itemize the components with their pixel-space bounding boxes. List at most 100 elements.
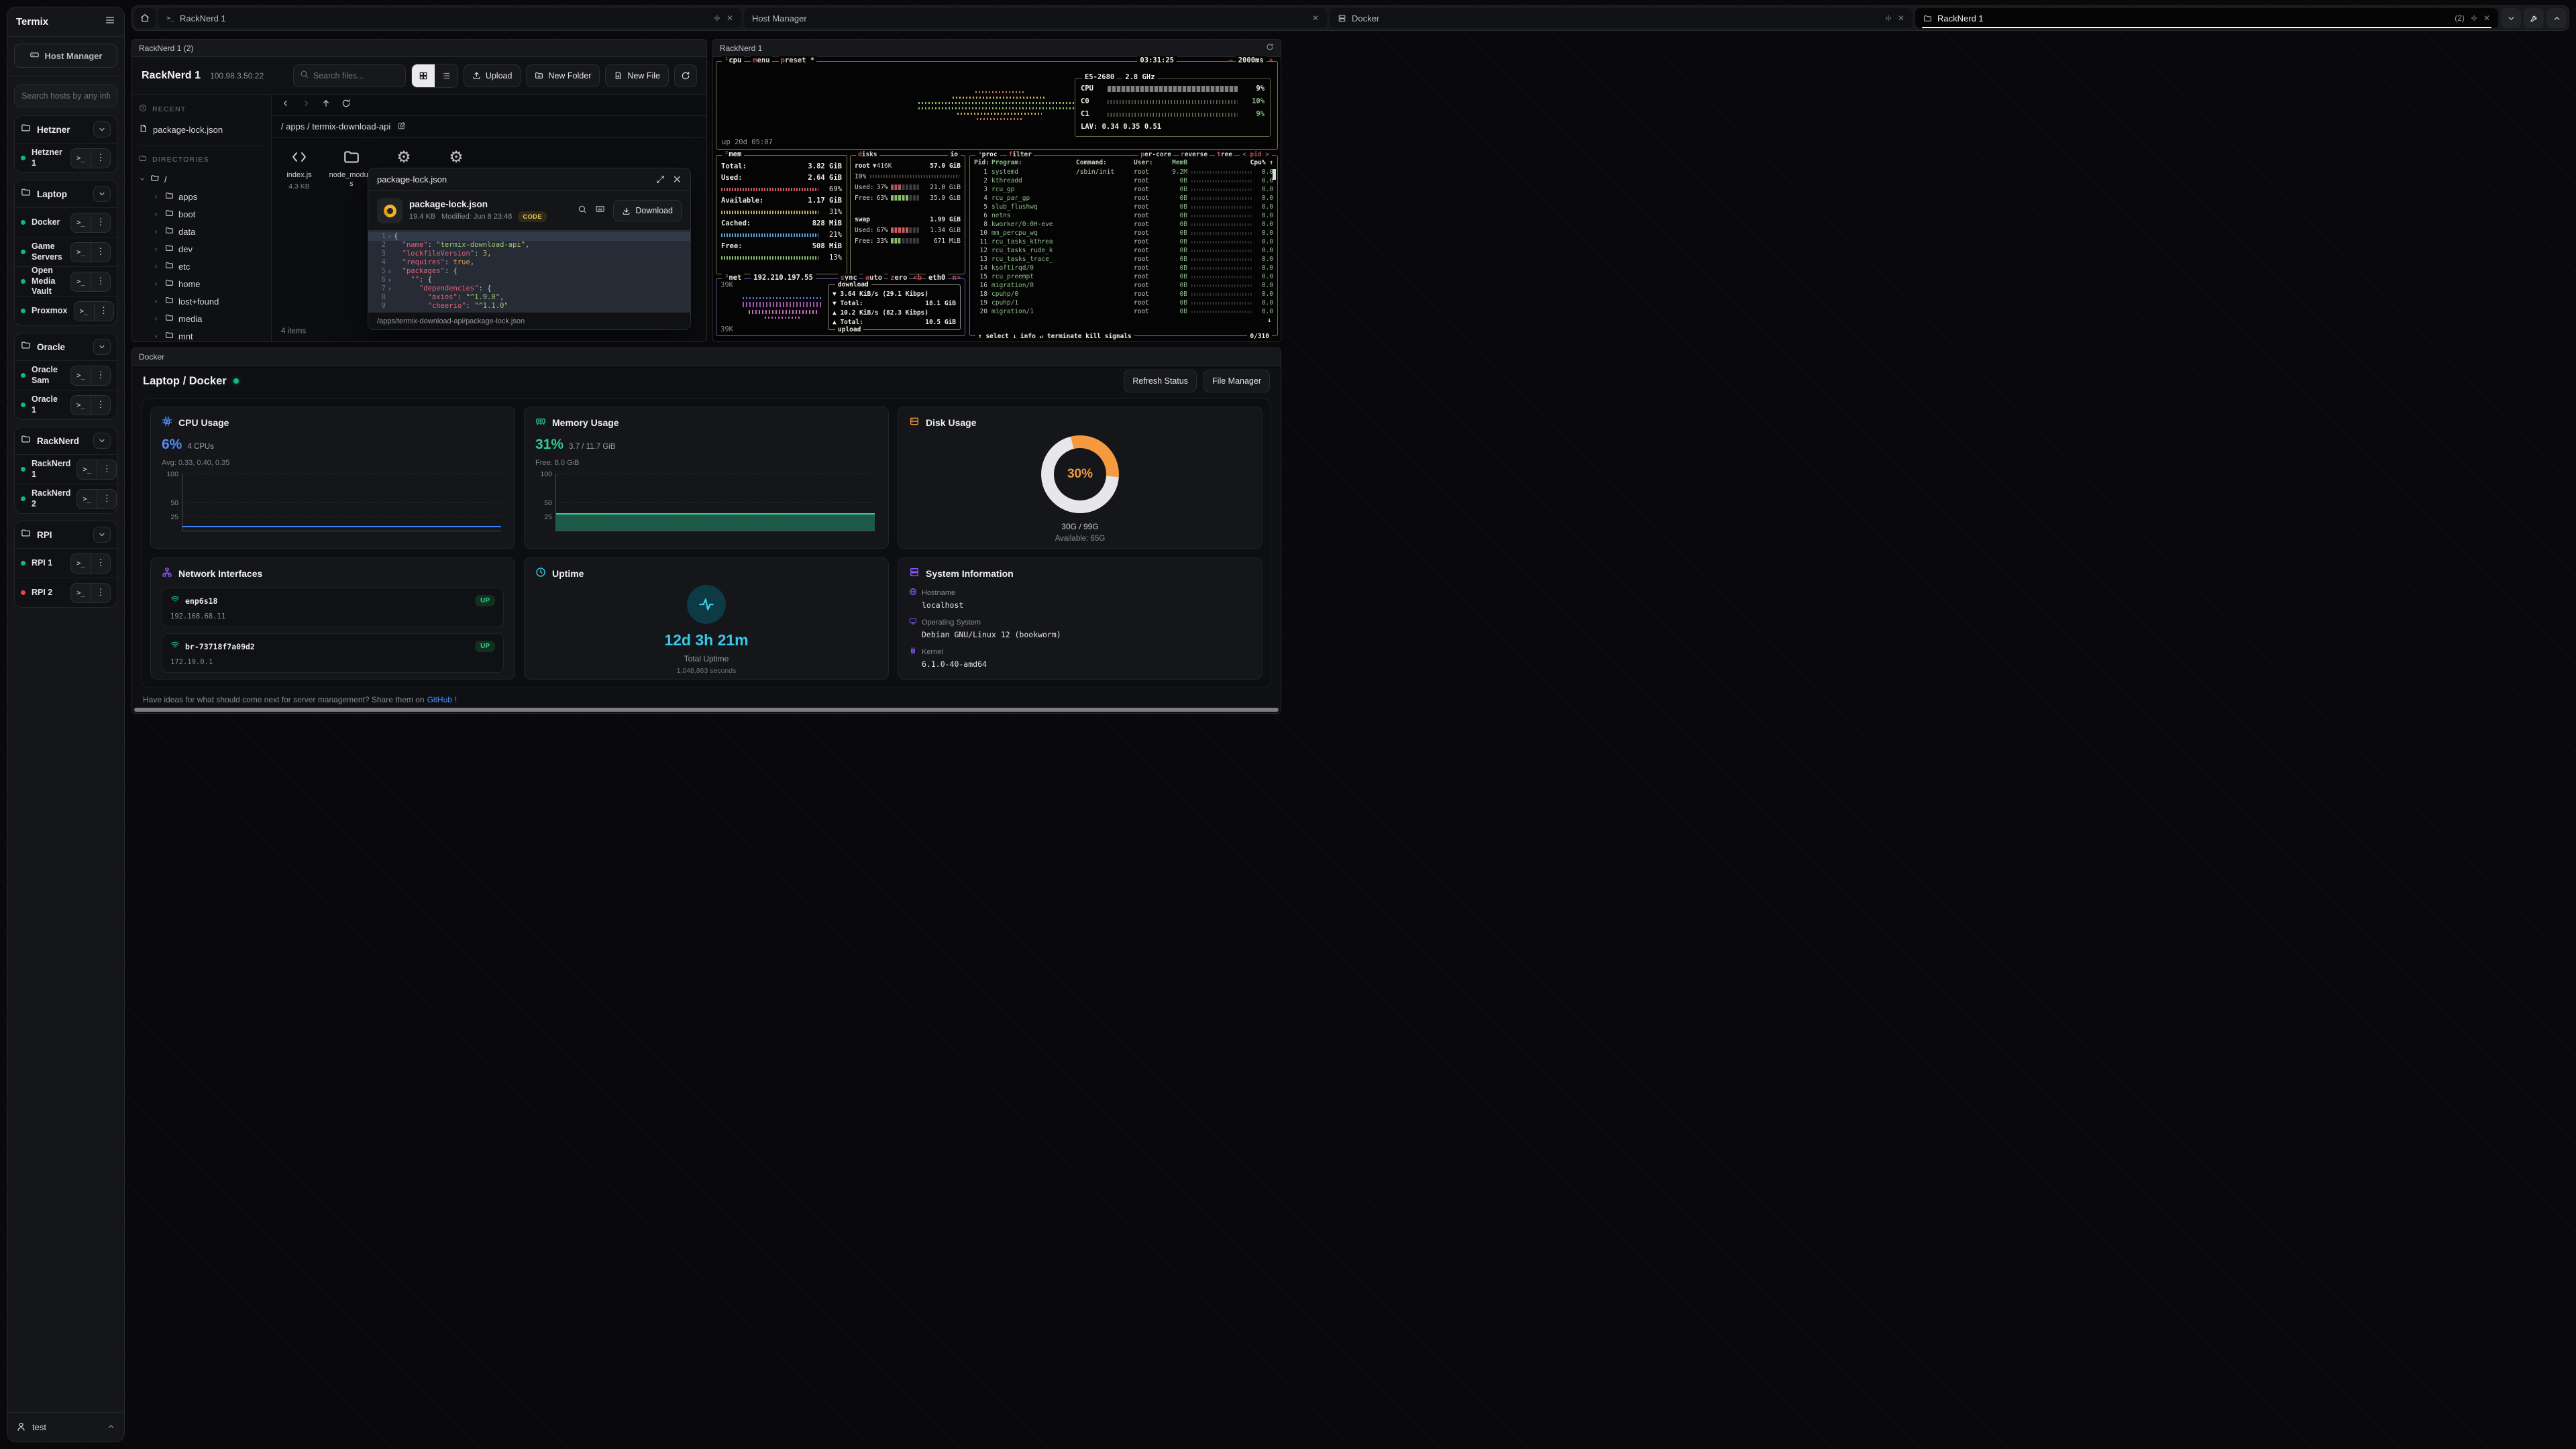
- net-zero[interactable]: zero: [888, 274, 909, 282]
- tab-racknerd1-files[interactable]: RackNerd 1 (2) ✕: [1915, 8, 2498, 28]
- chevron-down-icon[interactable]: [93, 433, 111, 449]
- tree-directory-item[interactable]: › apps: [139, 188, 264, 205]
- process-row[interactable]: 1 systemd /sbin/init root 9.2M 0.0: [970, 168, 1277, 176]
- process-row[interactable]: 6 netns root 0B 0.0: [970, 211, 1277, 220]
- host-menu-button[interactable]: ⋮: [97, 460, 116, 479]
- host-item[interactable]: Hetzner 1 >_⋮: [15, 143, 117, 172]
- host-terminal-button[interactable]: >_: [71, 243, 91, 262]
- process-row[interactable]: 19 cpuhp/1 root 0B 0.0: [970, 299, 1277, 307]
- close-icon[interactable]: ✕: [673, 173, 682, 186]
- download-button[interactable]: Download: [613, 200, 682, 221]
- interface-item[interactable]: enp6s18 UP 192.168.68.11: [162, 588, 504, 627]
- upload-button[interactable]: Upload: [464, 64, 521, 87]
- process-row[interactable]: 15 rcu_preempt root 0B 0.0: [970, 272, 1277, 281]
- host-terminal-button[interactable]: >_: [71, 396, 91, 415]
- proc-filter[interactable]: filter: [1007, 150, 1034, 159]
- tree-directory-item[interactable]: › lost+found: [139, 292, 264, 310]
- host-terminal-button[interactable]: >_: [77, 490, 97, 508]
- proc-reverse[interactable]: reverse: [1179, 150, 1210, 159]
- host-terminal-button[interactable]: >_: [74, 302, 94, 321]
- list-view-button[interactable]: [435, 64, 458, 87]
- tree-directory-item[interactable]: › dev: [139, 240, 264, 258]
- host-menu-button[interactable]: ⋮: [91, 366, 110, 385]
- process-row[interactable]: 10 mm_percpu_wq root 0B 0.0: [970, 229, 1277, 237]
- host-item[interactable]: Proxmox >_⋮: [15, 296, 117, 325]
- proc-tree[interactable]: tree: [1215, 150, 1234, 159]
- close-icon[interactable]: ✕: [2483, 13, 2490, 23]
- refresh-status-button[interactable]: Refresh Status: [1124, 370, 1197, 392]
- process-row[interactable]: 14 ksoftirqd/0 root 0B 0.0: [970, 264, 1277, 272]
- host-item[interactable]: Oracle 1 >_⋮: [15, 390, 117, 419]
- process-row[interactable]: 20 migration/1 root 0B 0.0: [970, 307, 1277, 316]
- host-menu-button[interactable]: ⋮: [91, 243, 110, 262]
- host-terminal-button[interactable]: >_: [77, 460, 97, 479]
- split-icon[interactable]: [713, 14, 721, 22]
- refresh-icon[interactable]: [341, 99, 351, 111]
- host-manager-button[interactable]: Host Manager: [14, 44, 117, 68]
- host-menu-button[interactable]: ⋮: [91, 272, 110, 291]
- host-item[interactable]: RackNerd 1 >_⋮: [15, 454, 117, 484]
- split-icon[interactable]: [1884, 14, 1892, 22]
- host-terminal-button[interactable]: >_: [71, 584, 91, 602]
- process-row[interactable]: 3 rcu_gp root 0B 0.0: [970, 185, 1277, 194]
- sync-icon[interactable]: [1266, 43, 1274, 53]
- host-terminal-button[interactable]: >_: [71, 554, 91, 573]
- process-row[interactable]: 12 rcu_tasks_rude_k root 0B 0.0: [970, 246, 1277, 255]
- tab-docker[interactable]: Docker ✕: [1330, 8, 1913, 28]
- chevron-down-icon[interactable]: [93, 339, 111, 355]
- collapse-tabs-button[interactable]: [2501, 8, 2521, 28]
- host-item[interactable]: RPI 2 >_⋮: [15, 578, 117, 607]
- group-header[interactable]: Laptop: [15, 180, 117, 207]
- file-search[interactable]: [293, 64, 406, 87]
- host-menu-button[interactable]: ⋮: [91, 149, 110, 168]
- chevron-down-icon[interactable]: [93, 527, 111, 543]
- interface-item[interactable]: br-d6abe1b5cab4 UP 172.20.0.1: [162, 679, 504, 680]
- host-menu-button[interactable]: ⋮: [91, 213, 110, 232]
- process-row[interactable]: 8 kworker/0:0H-eve root 0B 0.0: [970, 220, 1277, 229]
- host-item[interactable]: Open Media Vault >_⋮: [15, 266, 117, 296]
- group-header[interactable]: RPI: [15, 521, 117, 548]
- keyboard-icon[interactable]: [595, 204, 605, 217]
- process-row[interactable]: 18 cpuhp/0 root 0B 0.0: [970, 290, 1277, 299]
- new-folder-button[interactable]: New Folder: [526, 64, 600, 87]
- split-icon[interactable]: [2470, 14, 2478, 22]
- file-manager-button[interactable]: File Manager: [1203, 370, 1270, 392]
- tab-host-manager[interactable]: Host Manager ✕: [744, 8, 1327, 28]
- expand-tabs-button[interactable]: [2546, 8, 2567, 28]
- tree-directory-item[interactable]: › boot: [139, 205, 264, 223]
- chevron-down-icon[interactable]: [93, 186, 111, 202]
- search-icon[interactable]: [578, 205, 587, 217]
- proc-scrollbar[interactable]: [1273, 169, 1276, 180]
- group-header[interactable]: Hetzner: [15, 116, 117, 143]
- proc-pid-nav[interactable]: < pid >: [1240, 150, 1272, 159]
- back-icon[interactable]: [281, 99, 290, 111]
- home-button[interactable]: [134, 8, 156, 28]
- terminal-screen[interactable]: ¹cpu menu preset * 03:31:25 −2000ms+ E5-…: [713, 57, 1281, 341]
- host-terminal-button[interactable]: >_: [71, 149, 91, 168]
- host-search-input[interactable]: [14, 85, 117, 107]
- tree-directory-item[interactable]: › etc: [139, 258, 264, 275]
- chevron-down-icon[interactable]: [93, 121, 111, 138]
- expand-icon[interactable]: [656, 175, 665, 184]
- up-icon[interactable]: [321, 99, 331, 111]
- process-row[interactable]: 11 rcu_tasks_kthrea root 0B 0.0: [970, 237, 1277, 246]
- horizontal-scrollbar[interactable]: [134, 708, 1279, 712]
- proc-per-core[interactable]: per-core: [1138, 150, 1173, 159]
- edit-icon[interactable]: [397, 121, 406, 132]
- interface-item[interactable]: br-73718f7a09d2 UP 172.19.0.1: [162, 633, 504, 673]
- host-menu-button[interactable]: ⋮: [91, 396, 110, 415]
- process-row[interactable]: 16 migration/0 root 0B 0.0: [970, 281, 1277, 290]
- group-header[interactable]: Oracle: [15, 333, 117, 360]
- user-footer[interactable]: test: [7, 1412, 124, 1442]
- close-icon[interactable]: ✕: [727, 13, 733, 23]
- btop-preset[interactable]: preset *: [779, 56, 817, 65]
- process-row[interactable]: 2 kthreadd root 0B 0.0: [970, 176, 1277, 185]
- host-terminal-button[interactable]: >_: [71, 272, 91, 291]
- host-menu-button[interactable]: ⋮: [97, 490, 116, 508]
- tree-directory-item[interactable]: › mnt: [139, 327, 264, 342]
- host-menu-button[interactable]: ⋮: [94, 302, 113, 321]
- close-icon[interactable]: ✕: [1898, 13, 1904, 23]
- host-menu-button[interactable]: ⋮: [91, 554, 110, 573]
- code-preview[interactable]: 1∨{ 2∨ "name": "termix-download-api", 3∨…: [368, 230, 690, 312]
- host-item[interactable]: RPI 1 >_⋮: [15, 548, 117, 578]
